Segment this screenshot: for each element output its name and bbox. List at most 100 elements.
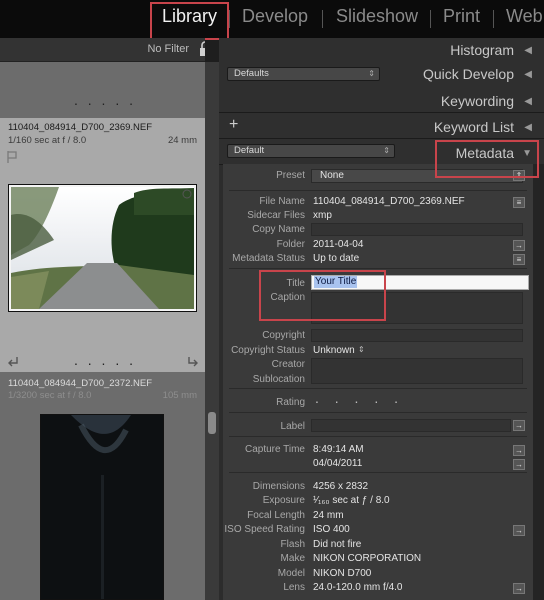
spinner-icon[interactable]: ⇕ [358, 345, 365, 354]
lens-value: 24.0-120.0 mm f/4.0 [313, 582, 403, 593]
module-separator [430, 10, 431, 28]
forest-photo [41, 415, 163, 599]
right-panel: Histogram ◀ Defaults ⇕ Quick Develop ◀ K… [219, 38, 544, 600]
rotate-left-icon[interactable] [6, 354, 20, 368]
go-arrow-icon[interactable]: → [513, 459, 525, 470]
make-value: NIKON CORPORATION [313, 553, 422, 564]
quick-develop-header[interactable]: Defaults ⇕ Quick Develop ◀ [219, 62, 544, 88]
dropdown-value: Defaults [234, 68, 269, 79]
folder-value: 2011-04-04 [313, 239, 364, 250]
cell-filename: 110404_084944_D700_2372.NEF [8, 378, 153, 389]
dimensions-label: Dimensions [252, 481, 305, 492]
rating-stars[interactable]: . . . . . [315, 390, 404, 406]
exposure-value: ¹⁄₁₆₀ sec at ƒ / 8.0 [313, 495, 390, 506]
file-name-value: 110404_084914_D700_2369.NEF [313, 196, 465, 207]
module-separator [322, 10, 323, 28]
module-slideshow[interactable]: Slideshow [336, 6, 418, 27]
collapse-triangle-icon[interactable]: ◀ [524, 96, 532, 107]
divider [229, 268, 527, 269]
filmstrip-cell-selected[interactable]: 110404_084914_D700_2369.NEF 1/160 sec at… [0, 118, 205, 372]
go-arrow-icon[interactable]: → [513, 583, 525, 594]
divider [229, 472, 527, 473]
module-print[interactable]: Print [443, 6, 480, 27]
module-separator [229, 10, 230, 28]
keywording-header[interactable]: Keywording ◀ [219, 87, 544, 113]
title-field[interactable]: Your Title [311, 275, 529, 290]
cell-filename: 110404_084914_D700_2369.NEF [8, 122, 153, 133]
list-icon[interactable]: ≡ [513, 254, 525, 265]
copyright-status-label: Copyright Status [231, 345, 305, 356]
focal-length-label: Focal Length [247, 510, 305, 521]
copy-name-label: Copy Name [252, 224, 305, 235]
rating-label: Rating [276, 397, 305, 408]
title-label: Title [286, 278, 305, 289]
flag-icon[interactable] [6, 150, 18, 164]
module-library[interactable]: Library [162, 6, 217, 27]
go-arrow-icon[interactable]: → [513, 525, 525, 536]
label-label: Label [280, 421, 305, 432]
copyright-field[interactable] [311, 329, 523, 342]
dropdown-value: Default [234, 145, 265, 156]
filmstrip-cell[interactable]: 110404_084944_D700_2372.NEF 1/3200 sec a… [0, 372, 205, 600]
photo-thumbnail[interactable] [8, 184, 197, 312]
preset-dropdown[interactable]: None [311, 169, 523, 183]
capture-date-value: 04/04/2011 [313, 458, 363, 469]
preset-label: Preset [276, 170, 305, 181]
capture-time-label: Capture Time [244, 444, 305, 455]
metadata-view-dropdown[interactable]: Default ⇕ [227, 144, 395, 158]
sublocation-label: Sublocation [252, 374, 305, 385]
preset-value: None [320, 170, 344, 181]
filmstrip-cell-previous[interactable]: . . . . . [0, 62, 205, 118]
spinner-icon: ⇕ [368, 69, 375, 78]
divider [229, 190, 527, 191]
right-panel-scrollbar[interactable] [533, 164, 544, 600]
iso-value: ISO 400 [313, 524, 350, 535]
creator-field[interactable] [311, 358, 523, 384]
quick-develop-preset-dropdown[interactable]: Defaults ⇕ [227, 67, 380, 81]
collapse-triangle-icon[interactable]: ◀ [524, 122, 532, 133]
go-arrow-icon[interactable]: → [513, 445, 525, 456]
expanded-triangle-icon[interactable]: ▼ [522, 148, 532, 159]
label-field[interactable] [311, 419, 511, 432]
exposure-label: Exposure [262, 495, 305, 506]
cell-focal: 105 mm [162, 390, 197, 401]
make-label: Make [280, 553, 305, 564]
collapse-triangle-icon[interactable]: ◀ [524, 69, 532, 80]
photo-thumbnail[interactable] [40, 414, 164, 600]
lock-icon[interactable] [199, 41, 205, 57]
keyword-list-title: Keyword List [433, 119, 514, 135]
preset-spinner-icon[interactable]: ⇕ [513, 170, 525, 181]
cell-focal: 24 mm [167, 135, 197, 146]
lens-label: Lens [283, 582, 305, 593]
collapse-triangle-icon[interactable]: ◀ [524, 45, 532, 56]
module-web[interactable]: Web [506, 6, 543, 27]
caption-label: Caption [270, 292, 305, 303]
sidecar-value: xmp [313, 210, 332, 221]
go-to-folder-icon[interactable]: → [513, 240, 525, 251]
go-arrow-icon[interactable]: → [513, 420, 525, 431]
iso-label: ISO Speed Rating [224, 524, 305, 535]
file-name-label: File Name [259, 196, 305, 207]
rating-dots: . . . . . [74, 352, 137, 368]
filter-dropdown[interactable]: No Filter [147, 43, 189, 55]
module-develop[interactable]: Develop [242, 6, 308, 27]
plus-icon[interactable]: + [229, 116, 238, 134]
divider [229, 388, 527, 389]
metadata-title: Metadata [455, 145, 514, 161]
spinner-icon: ⇕ [383, 146, 390, 155]
histogram-header[interactable]: Histogram ◀ [219, 38, 544, 64]
rotate-right-icon[interactable] [186, 354, 200, 368]
metadata-header[interactable]: Default ⇕ Metadata ▼ [219, 139, 544, 165]
metadata-status-label: Metadata Status [232, 253, 305, 264]
keyword-list-header[interactable]: + Keyword List ◀ [219, 113, 544, 139]
copyright-status-dropdown[interactable]: Unknown [313, 345, 355, 356]
model-label: Model [277, 568, 305, 579]
rating-dots: . . . . . [74, 92, 137, 108]
quick-develop-title: Quick Develop [422, 66, 514, 82]
list-icon[interactable]: ≡ [513, 197, 525, 208]
filmstrip-panel: No Filter . . . . . 110404_084914_D700_2… [0, 38, 205, 600]
creator-label: Creator [271, 359, 305, 370]
caption-field[interactable] [311, 292, 523, 324]
model-value: NIKON D700 [313, 568, 372, 579]
copy-name-field[interactable] [311, 223, 523, 236]
